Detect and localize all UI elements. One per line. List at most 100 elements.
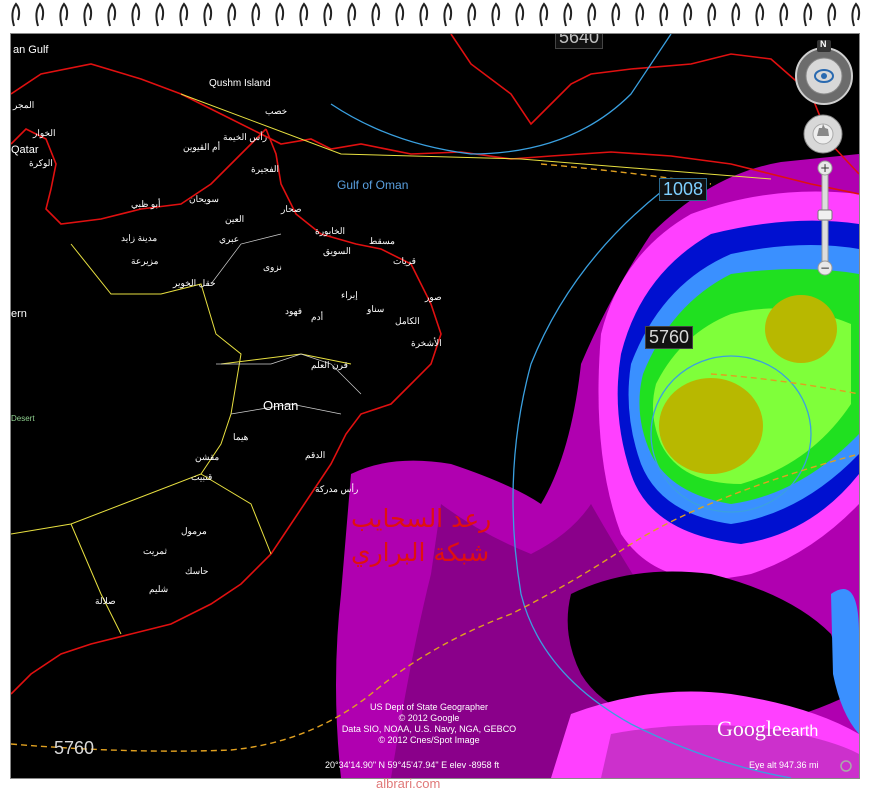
place-label: قرن العلم — [311, 360, 348, 370]
admin-borders — [210, 233, 362, 415]
spiral-ring — [803, 2, 813, 27]
spiral-ring — [395, 2, 405, 27]
spiral-ring — [11, 2, 21, 27]
place-label: الدقم — [305, 450, 326, 460]
credit-line: US Dept of State Geographer — [369, 702, 489, 712]
spiral-ring — [683, 2, 693, 27]
look-control[interactable]: N — [793, 39, 855, 106]
place-label: رأس مدركة — [315, 484, 359, 494]
isoline-label-top: 5640 — [555, 34, 604, 49]
svg-text:+: + — [820, 161, 830, 175]
spiral-ring — [827, 2, 837, 27]
spiral-ring — [755, 2, 765, 27]
place-label: مزيرعة — [131, 256, 159, 266]
spiral-ring — [635, 2, 645, 27]
spiral-ring — [611, 2, 621, 27]
place-label: ثمريت — [143, 546, 168, 556]
place-label: عبري — [219, 234, 240, 244]
map-view[interactable]: an Gulf Gulf of Oman Qushm Island Oman D… — [10, 33, 860, 779]
spiral-ring — [179, 2, 189, 27]
spiral-ring — [299, 2, 309, 27]
place-label: حاسك — [185, 566, 209, 576]
isobar-label: 1008 — [659, 178, 708, 201]
move-control[interactable] — [803, 114, 843, 154]
place-label: خصب — [265, 106, 288, 116]
spiral-ring — [371, 2, 381, 27]
region-label-partial: ern — [11, 308, 27, 320]
spiral-binding — [11, 2, 861, 27]
place-label: شليم — [149, 584, 169, 594]
spiral-ring — [155, 2, 165, 27]
place-label: الخوار — [33, 128, 56, 138]
compass-north-label: N — [820, 39, 827, 49]
overlay-title: رعد السحايب — [351, 504, 492, 533]
spiral-ring — [779, 2, 789, 27]
place-label: الكامل — [395, 316, 420, 326]
spiral-ring — [491, 2, 501, 27]
place-label: صور — [425, 292, 442, 302]
place-label: الأشخرة — [411, 338, 442, 348]
spiral-ring — [35, 2, 45, 27]
place-label: هيما — [233, 432, 249, 442]
spiral-ring — [539, 2, 549, 27]
place-label: السويق — [323, 246, 351, 256]
map-canvas[interactable] — [11, 34, 859, 778]
spiral-ring — [443, 2, 453, 27]
status-ring-icon — [840, 760, 852, 772]
place-label: مدينة زايد — [121, 233, 158, 243]
place-label: مرمول — [181, 526, 207, 536]
place-label: رأس الخيمة — [223, 132, 268, 142]
sea-label-gulf-of-oman: Gulf of Oman — [337, 178, 409, 192]
overlay-subtitle: شبكة البراري — [351, 538, 490, 567]
place-label: قريات — [393, 256, 416, 266]
place-label: صلالة — [95, 596, 116, 606]
google-earth-logo: Googleearth — [717, 716, 818, 742]
desert-label: Desert — [11, 414, 35, 423]
spiral-ring — [227, 2, 237, 27]
spiral-ring — [659, 2, 669, 27]
spiral-ring — [83, 2, 93, 27]
place-label: مقشن — [195, 452, 220, 462]
place-label: الفجيرة — [251, 164, 280, 174]
zoom-slider[interactable]: + − — [817, 160, 833, 276]
site-watermark: albrari.com — [376, 776, 441, 791]
country-label-qatar: Qatar — [11, 144, 39, 156]
place-label: سناو — [367, 304, 385, 314]
sea-label-gulf: an Gulf — [13, 44, 49, 56]
place-label: الوكرة — [29, 158, 53, 168]
thickness-label-bottom: 5760 — [54, 738, 95, 758]
place-label: أدم — [311, 312, 324, 322]
spiral-ring — [419, 2, 429, 27]
spiral-ring — [467, 2, 477, 27]
eye-altitude: Eye alt 947.36 mi — [749, 760, 819, 770]
place-label: مسقط — [369, 236, 395, 246]
place-label: إبراء — [341, 290, 358, 300]
credit-line: © 2012 Google — [398, 713, 460, 723]
spiral-ring — [203, 2, 213, 27]
country-label-oman: Oman — [263, 398, 299, 413]
place-label: سويحان — [189, 194, 219, 204]
place-label: فهود — [285, 306, 303, 316]
spiral-ring — [707, 2, 717, 27]
map-credits: US Dept of State Geographer © 2012 Googl… — [329, 702, 529, 746]
spiral-ring — [59, 2, 69, 27]
thickness-label: 5760 — [645, 326, 694, 349]
spiral-ring — [107, 2, 117, 27]
place-label: نزوى — [263, 262, 282, 272]
svg-text:−: − — [820, 261, 830, 275]
spiral-ring — [323, 2, 333, 27]
spiral-ring — [347, 2, 357, 27]
spiral-ring — [563, 2, 573, 27]
precipitation-field — [336, 154, 859, 778]
cursor-coordinates: 20°34'14.90" N 59°45'47.94" E elev -8958… — [325, 760, 500, 770]
place-label: أم القيوين — [183, 142, 221, 152]
place-label: المجر — [13, 100, 35, 110]
place-label: صحار — [281, 204, 302, 214]
spiral-ring — [731, 2, 741, 27]
place-label: قتبيت — [191, 472, 213, 482]
spiral-ring — [851, 2, 861, 27]
logo-google: Google — [717, 716, 782, 741]
credit-line: © 2012 Cnes/Spot Image — [378, 735, 480, 745]
place-label: العين — [225, 214, 245, 224]
island-label-qushm: Qushm Island — [209, 78, 271, 89]
